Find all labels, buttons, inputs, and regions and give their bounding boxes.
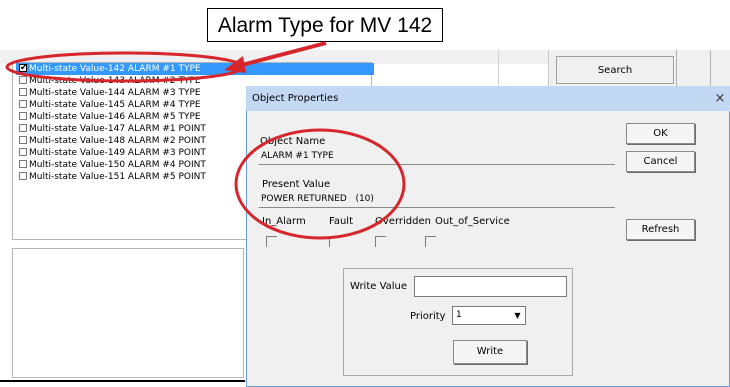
highlight-ellipse-properties	[234, 128, 406, 240]
annotation-overlay	[5, 41, 406, 240]
highlight-ellipse-list	[5, 51, 245, 83]
arrow-shaft	[237, 41, 327, 68]
